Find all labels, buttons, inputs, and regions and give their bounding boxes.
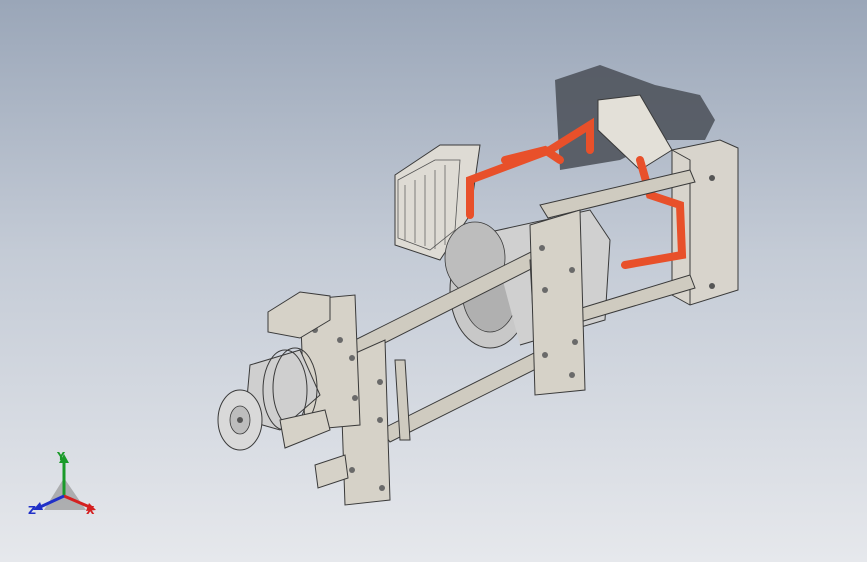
triad-x-label: X [86, 504, 95, 517]
triad-y-label: Y [57, 450, 65, 463]
view-orientation-triad[interactable]: Y X Z [24, 448, 104, 528]
triad-z-label: Z [28, 504, 36, 517]
graphics-viewport[interactable]: Y X Z [0, 0, 867, 562]
motor-part[interactable] [444, 209, 611, 349]
3d-model-assembly[interactable] [0, 0, 867, 562]
